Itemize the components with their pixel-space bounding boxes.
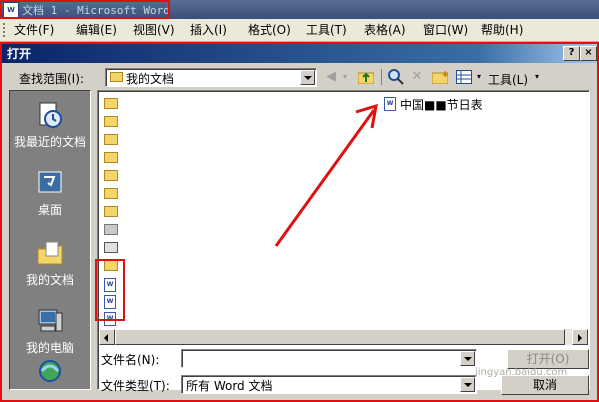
menu-insert[interactable]: 插入(I) [190,22,227,38]
file-item-name[interactable]: 中国■■节日表 [400,96,483,113]
filetype-label: 文件类型(T): [101,379,170,393]
menu-window[interactable]: 窗口(W) [423,22,468,38]
folder-icon[interactable] [104,152,118,163]
filetype-value: 所有 Word 文档 [186,379,273,393]
search-web-icon[interactable] [387,68,405,86]
up-folder-icon[interactable] [357,68,375,86]
dialog-title-bar: 打开 ? × [1,43,598,63]
scroll-right-icon[interactable] [572,329,588,345]
look-in-label: 查找范围(I): [19,72,84,86]
shared-folder-icon[interactable] [104,224,118,235]
horizontal-scrollbar[interactable] [99,329,588,345]
filename-combo[interactable] [181,349,477,368]
filetype-combo[interactable]: 所有 Word 文档 [181,375,477,394]
menu-format[interactable]: 格式(O) [248,22,291,38]
cancel-button[interactable]: 取消 [501,375,589,395]
my-documents-icon [36,239,64,267]
close-button[interactable]: × [580,46,597,61]
watermark: jingyan.baidu.com [475,367,568,378]
folder-icon[interactable] [104,170,118,181]
places-bar: 我最近的文档 桌面 我的文档 我的电脑 [9,90,91,390]
svg-text:✱: ✱ [442,70,448,79]
menu-help[interactable]: 帮助(H) [481,22,523,38]
my-computer-icon [36,307,64,335]
title-annotation-box [0,0,170,19]
folder-icon[interactable] [104,98,118,109]
folder-icon [110,72,123,82]
dialog-title: 打开 [7,47,32,61]
chevron-down-icon[interactable] [460,351,475,366]
place-recent-label: 我最近的文档 [13,135,86,149]
views-dropdown-icon[interactable]: ▾ [475,68,483,86]
place-network[interactable] [10,355,90,389]
back-icon[interactable]: ◀ [323,68,339,86]
menu-bar: 文件(F) 编辑(E) 视图(V) 插入(I) 格式(O) 工具(T) 表格(A… [0,19,599,42]
folder-icon[interactable] [104,206,118,217]
back-dropdown-icon[interactable]: ▾ [341,68,349,86]
place-my-documents[interactable]: 我的文档 [10,233,90,299]
menu-grip[interactable] [3,23,5,37]
annotation-arrow [274,103,378,247]
help-button[interactable]: ? [563,46,580,61]
filename-label: 文件名(N): [101,353,160,367]
views-icon[interactable] [455,68,473,86]
place-desktop[interactable]: 桌面 [10,163,90,229]
place-desktop-label: 桌面 [37,203,62,217]
new-folder-icon[interactable]: ✱ [431,68,449,86]
place-my-documents-label: 我的文档 [25,273,74,287]
delete-icon[interactable]: ✕ [409,68,425,86]
scroll-thumb[interactable] [115,329,565,345]
look-in-value: 我的文档 [126,72,175,86]
menu-view[interactable]: 视图(V) [133,22,175,38]
chevron-down-icon[interactable] [460,377,475,392]
menu-file[interactable]: 文件(F) [14,22,54,38]
chevron-down-icon[interactable] [300,70,315,85]
place-my-computer-label: 我的电脑 [25,341,74,355]
open-button[interactable]: 打开(O) [507,349,589,369]
toolbar-divider [381,69,382,85]
network-places-icon [36,359,64,387]
menu-tools[interactable]: 工具(T) [306,22,347,38]
look-in-combo[interactable]: 我的文档 [105,68,317,87]
folder-icon[interactable] [104,188,118,199]
tools-menu-button[interactable]: 工具(L) [488,71,528,88]
menu-edit[interactable]: 编辑(E) [76,22,117,38]
tools-dropdown-icon[interactable]: ▾ [533,68,541,86]
place-recent[interactable]: 我最近的文档 [10,95,90,161]
menu-table[interactable]: 表格(A) [364,22,406,38]
media-folder-icon[interactable] [104,242,118,253]
folder-icon[interactable] [104,134,118,145]
files-annotation-box [95,259,125,321]
recent-docs-icon [36,101,64,129]
desktop-icon [36,169,64,197]
folder-icon[interactable] [104,116,118,127]
scroll-left-icon[interactable] [99,329,115,345]
